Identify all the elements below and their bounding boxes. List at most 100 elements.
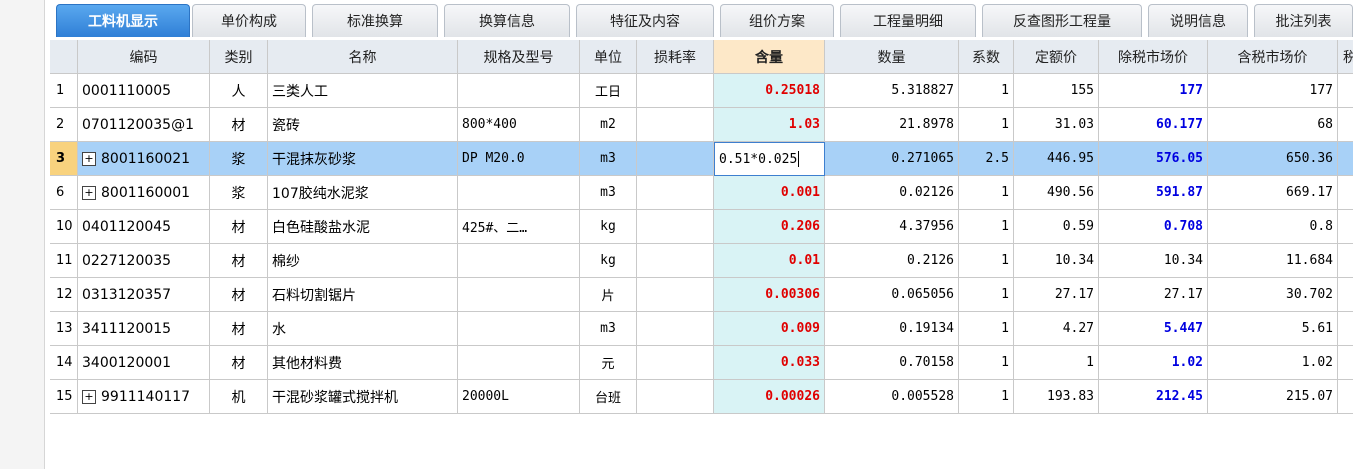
tab-quantity-detail[interactable]: 工程量明细 [840, 4, 976, 37]
coefficient-cell[interactable]: 1 [959, 380, 1014, 414]
code-cell[interactable]: 0401120045 [78, 210, 210, 244]
name-cell[interactable]: 三类人工 [268, 74, 458, 108]
quota-price-cell[interactable]: 27.17 [1014, 278, 1099, 312]
type-cell[interactable]: 材 [210, 210, 268, 244]
content-cell[interactable]: 0.00306 [714, 278, 825, 312]
tab-standard-conversion[interactable]: 标准换算 [312, 4, 438, 37]
unit-cell[interactable]: 工日 [580, 74, 637, 108]
loss-rate-cell[interactable] [637, 210, 714, 244]
header-loss-rate[interactable]: 损耗率 [637, 40, 714, 74]
amount-cell[interactable]: 21.8978 [825, 108, 959, 142]
table-row[interactable]: 13 3411120015 材水 m3 0.009 0.19134 1 4.27 5.447 5.… [50, 312, 1353, 346]
market-price-incl-tax-cell[interactable]: 215.07 [1208, 380, 1338, 414]
market-price-incl-tax-cell[interactable]: 5.61 [1208, 312, 1338, 346]
unit-cell[interactable]: 片 [580, 278, 637, 312]
tax-cell[interactable] [1338, 142, 1353, 176]
type-cell[interactable]: 材 [210, 278, 268, 312]
tab-pricing-plan[interactable]: 组价方案 [720, 4, 834, 37]
table-row[interactable]: 15 +9911140117 机干混砂浆罐式搅拌机 20000L 台班 0.00026 0.… [50, 380, 1353, 414]
spec-cell[interactable]: 20000L [458, 380, 580, 414]
spec-cell[interactable]: 800*400 [458, 108, 580, 142]
market-price-excl-tax-cell[interactable]: 212.45 [1099, 380, 1208, 414]
header-spec[interactable]: 规格及型号 [458, 40, 580, 74]
name-cell[interactable]: 白色硅酸盐水泥 [268, 210, 458, 244]
spec-cell[interactable]: 425#、二… [458, 210, 580, 244]
tab-reverse-graphic-quantity[interactable]: 反查图形工程量 [982, 4, 1142, 37]
spec-cell[interactable] [458, 278, 580, 312]
header-market-price-excl-tax[interactable]: 除税市场价 [1099, 40, 1208, 74]
coefficient-cell[interactable]: 1 [959, 312, 1014, 346]
content-edit-input[interactable]: 0.51*0.025 [714, 142, 825, 176]
amount-cell[interactable]: 4.37956 [825, 210, 959, 244]
market-price-excl-tax-cell[interactable]: 576.05 [1099, 142, 1208, 176]
tab-features-content[interactable]: 特征及内容 [576, 4, 714, 37]
market-price-incl-tax-cell[interactable]: 1.02 [1208, 346, 1338, 380]
code-cell[interactable]: 3400120001 [78, 346, 210, 380]
loss-rate-cell[interactable] [637, 278, 714, 312]
table-row[interactable]: 14 3400120001 材其他材料费元 0.033 0.70158 1 1 1.02 1.0… [50, 346, 1353, 380]
header-content[interactable]: 含量 [714, 40, 825, 74]
unit-cell[interactable]: m2 [580, 108, 637, 142]
tax-cell[interactable] [1338, 74, 1353, 108]
header-unit[interactable]: 单位 [580, 40, 637, 74]
quota-price-cell[interactable]: 4.27 [1014, 312, 1099, 346]
unit-cell[interactable]: 元 [580, 346, 637, 380]
spec-cell[interactable] [458, 244, 580, 278]
coefficient-cell[interactable]: 1 [959, 244, 1014, 278]
content-cell[interactable]: 0.009 [714, 312, 825, 346]
type-cell[interactable]: 浆 [210, 142, 268, 176]
name-cell[interactable]: 107胶纯水泥浆 [268, 176, 458, 210]
unit-cell[interactable]: m3 [580, 142, 637, 176]
content-cell[interactable]: 0.25018 [714, 74, 825, 108]
row-index[interactable]: 11 [50, 244, 78, 278]
amount-cell[interactable]: 0.2126 [825, 244, 959, 278]
quota-price-cell[interactable]: 155 [1014, 74, 1099, 108]
market-price-excl-tax-cell[interactable]: 60.177 [1099, 108, 1208, 142]
amount-cell[interactable]: 5.318827 [825, 74, 959, 108]
expand-icon[interactable]: + [82, 389, 96, 404]
coefficient-cell[interactable]: 2.5 [959, 142, 1014, 176]
market-price-incl-tax-cell[interactable]: 177 [1208, 74, 1338, 108]
loss-rate-cell[interactable] [637, 142, 714, 176]
name-cell[interactable]: 水 [268, 312, 458, 346]
coefficient-cell[interactable]: 1 [959, 176, 1014, 210]
market-price-incl-tax-cell[interactable]: 68 [1208, 108, 1338, 142]
row-index[interactable]: 10 [50, 210, 78, 244]
tax-cell[interactable] [1338, 380, 1353, 414]
spec-cell[interactable] [458, 176, 580, 210]
tab-conversion-info[interactable]: 换算信息 [444, 4, 570, 37]
code-cell[interactable]: 0701120035@1 [78, 108, 210, 142]
loss-rate-cell[interactable] [637, 244, 714, 278]
loss-rate-cell[interactable] [637, 346, 714, 380]
quota-price-cell[interactable]: 446.95 [1014, 142, 1099, 176]
tab-labor-material-machine[interactable]: 工料机显示 [56, 4, 190, 37]
code-cell[interactable]: 0001110005 [78, 74, 210, 108]
code-cell[interactable]: 3411120015 [78, 312, 210, 346]
spec-cell[interactable]: DP M20.0 [458, 142, 580, 176]
code-cell[interactable]: +8001160001 [78, 176, 210, 210]
code-cell[interactable]: 0227120035 [78, 244, 210, 278]
header-quota-price[interactable]: 定额价 [1014, 40, 1099, 74]
expand-icon[interactable]: + [82, 185, 96, 200]
content-cell[interactable]: 0.00026 [714, 380, 825, 414]
content-cell[interactable]: 0.033 [714, 346, 825, 380]
quota-price-cell[interactable]: 0.59 [1014, 210, 1099, 244]
unit-cell[interactable]: 台班 [580, 380, 637, 414]
unit-cell[interactable]: m3 [580, 312, 637, 346]
code-cell[interactable]: +9911140117 [78, 380, 210, 414]
quota-price-cell[interactable]: 193.83 [1014, 380, 1099, 414]
tax-cell[interactable] [1338, 176, 1353, 210]
coefficient-cell[interactable]: 1 [959, 346, 1014, 380]
tab-description-info[interactable]: 说明信息 [1148, 4, 1248, 37]
market-price-excl-tax-cell[interactable]: 10.34 [1099, 244, 1208, 278]
header-code[interactable]: 编码 [78, 40, 210, 74]
market-price-excl-tax-cell[interactable]: 27.17 [1099, 278, 1208, 312]
row-index[interactable]: 15 [50, 380, 78, 414]
tax-cell[interactable] [1338, 346, 1353, 380]
unit-cell[interactable]: m3 [580, 176, 637, 210]
amount-cell[interactable]: 0.19134 [825, 312, 959, 346]
loss-rate-cell[interactable] [637, 108, 714, 142]
name-cell[interactable]: 其他材料费 [268, 346, 458, 380]
header-name[interactable]: 名称 [268, 40, 458, 74]
tax-cell[interactable] [1338, 108, 1353, 142]
